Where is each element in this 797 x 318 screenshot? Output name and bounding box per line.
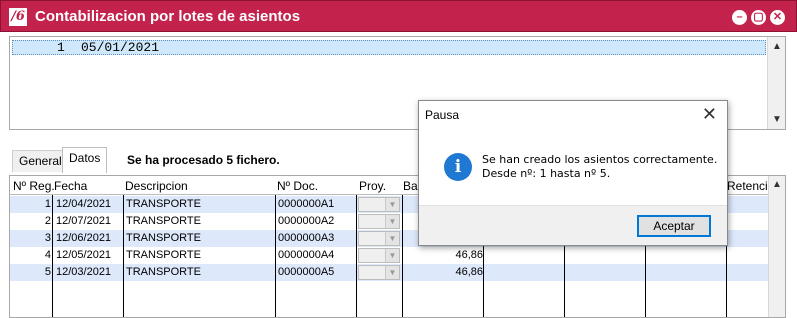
dialog-footer: Aceptar (419, 205, 727, 245)
cell-reg: 2 (44, 215, 51, 227)
grid-scrollbar[interactable]: ▲ (768, 176, 785, 317)
column-header-reg[interactable]: Nº Reg. (13, 179, 55, 193)
column-header-descripcion[interactable]: Descripcion (125, 179, 188, 193)
minimize-button[interactable]: – (732, 10, 747, 25)
column-divider (402, 195, 403, 317)
accept-button[interactable]: Aceptar (637, 215, 711, 237)
chevron-down-icon: ▼ (385, 215, 399, 228)
cell-doc: 0000000A3 (278, 232, 335, 244)
close-button[interactable]: ✕ (770, 10, 785, 25)
cell-fecha: 12/06/2021 (56, 232, 112, 244)
info-icon: i (444, 153, 472, 181)
cell-descripcion: TRANSPORTE (126, 215, 201, 227)
cell-base: 46,86 (455, 266, 483, 278)
scroll-up-icon[interactable]: ▲ (769, 179, 785, 190)
cell-reg: 4 (44, 249, 51, 261)
cell-doc: 0000000A1 (278, 198, 335, 210)
proy-dropdown[interactable]: ▼ (358, 265, 400, 280)
column-divider (275, 195, 276, 317)
table-row[interactable]: 5 12/03/2021 TRANSPORTE 0000000A5 ▼ 46,8… (10, 264, 770, 281)
dialog-close-button[interactable]: ✕ (702, 104, 717, 125)
dialog-message-line1: Se han creado los asientos correctamente… (482, 153, 718, 166)
batch-list-scrollbar[interactable]: ▲ ▼ (767, 37, 785, 129)
title-bar: /6 Contabilizacion por lotes de asientos… (0, 0, 797, 32)
cell-reg: 3 (44, 232, 51, 244)
batch-date: 05/01/2021 (81, 40, 160, 55)
tab-datos[interactable]: Datos (62, 147, 108, 173)
chevron-down-icon: ▼ (385, 198, 399, 211)
dialog-title: Pausa (425, 108, 460, 122)
tab-general[interactable]: General (12, 150, 69, 172)
cell-doc: 0000000A4 (278, 249, 335, 261)
column-header-fecha[interactable]: Fecha (54, 179, 87, 193)
scroll-up-icon[interactable]: ▲ (768, 41, 786, 52)
window-title: Contabilizacion por lotes de asientos (35, 8, 301, 25)
cell-reg: 1 (44, 198, 51, 210)
table-row[interactable]: 4 12/05/2021 TRANSPORTE 0000000A4 ▼ 46,8… (10, 247, 770, 264)
dialog-message-line2: Desde nº: 1 hasta nº 5. (482, 167, 611, 180)
dialog-message: Se han creado los asientos correctamente… (482, 153, 717, 181)
cell-descripcion: TRANSPORTE (126, 198, 201, 210)
chevron-down-icon: ▼ (385, 266, 399, 279)
app-logo-icon: /6 (9, 8, 27, 26)
chevron-down-icon: ▼ (385, 232, 399, 245)
column-divider (123, 195, 124, 317)
cell-fecha: 12/07/2021 (56, 215, 112, 227)
cell-reg: 5 (44, 266, 51, 278)
cell-descripcion: TRANSPORTE (126, 232, 201, 244)
maximize-button[interactable]: ▢ (751, 10, 766, 25)
cell-base: 46,86 (455, 249, 483, 261)
column-divider (52, 195, 53, 317)
batch-list-row[interactable]: 1 05/01/2021 (12, 40, 766, 55)
column-divider (356, 195, 357, 317)
cell-descripcion: TRANSPORTE (126, 249, 201, 261)
proy-dropdown[interactable]: ▼ (358, 214, 400, 229)
batch-number: 1 (57, 40, 65, 55)
cell-fecha: 12/03/2021 (56, 266, 112, 278)
chevron-down-icon: ▼ (385, 249, 399, 262)
proy-dropdown[interactable]: ▼ (358, 197, 400, 212)
cell-descripcion: TRANSPORTE (126, 266, 201, 278)
proy-dropdown[interactable]: ▼ (358, 231, 400, 246)
column-header-doc[interactable]: Nº Doc. (277, 179, 318, 193)
scroll-down-icon[interactable]: ▼ (768, 114, 786, 125)
cell-doc: 0000000A2 (278, 215, 335, 227)
cell-fecha: 12/05/2021 (56, 249, 112, 261)
status-message: Se ha procesado 5 fichero. (127, 153, 280, 167)
column-header-proy[interactable]: Proy. (359, 179, 386, 193)
pause-dialog: Pausa ✕ i Se han creado los asientos cor… (418, 100, 728, 246)
proy-dropdown[interactable]: ▼ (358, 248, 400, 263)
cell-fecha: 12/04/2021 (56, 198, 112, 210)
cell-doc: 0000000A5 (278, 266, 335, 278)
